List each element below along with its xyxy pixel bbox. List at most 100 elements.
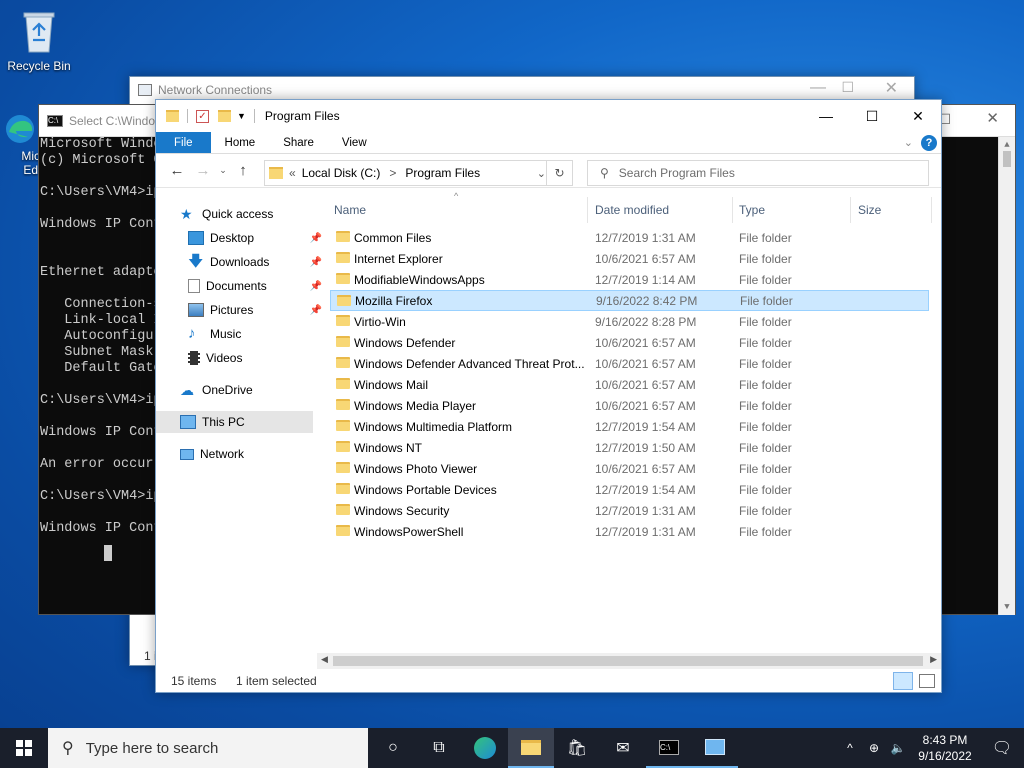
edge-taskbar-icon[interactable]	[462, 728, 508, 768]
column-header-type[interactable]: Type	[735, 197, 851, 223]
qat-dropdown-icon[interactable]: ▼	[237, 111, 246, 121]
file-explorer-window[interactable]: ✓ ▼ Program Files — ☐ ✕ File Home Share …	[155, 99, 942, 693]
file-row[interactable]: Windows Defender 10/6/2021 6:57 AM File fo…	[330, 332, 929, 353]
folder-icon	[336, 336, 350, 347]
cmd-scrollbar[interactable]: ▲ ▼	[998, 137, 1015, 615]
address-dropdown-icon[interactable]: ⌄	[537, 167, 546, 180]
file-type: File folder	[739, 230, 792, 245]
horizontal-scroll-thumb[interactable]	[333, 656, 923, 666]
cmd-scroll-down-icon[interactable]: ▼	[999, 599, 1015, 615]
file-date-modified: 9/16/2022 8:28 PM	[595, 314, 697, 329]
network-minimize-button[interactable]: —	[810, 79, 826, 97]
cmd-close-button[interactable]: ✕	[986, 111, 999, 127]
file-type: File folder	[739, 398, 792, 413]
network-status-icon[interactable]: ⊕	[862, 741, 886, 755]
explorer-maximize-button[interactable]: ☐	[849, 100, 895, 132]
search-input[interactable]: Search Program Files	[619, 166, 735, 180]
tab-home[interactable]: Home	[211, 132, 270, 153]
cmd-taskbar-icon[interactable]: C:\	[646, 728, 692, 768]
help-icon[interactable]: ?	[921, 134, 937, 151]
tab-view[interactable]: View	[328, 132, 381, 153]
file-row[interactable]: Windows Photo Viewer 10/6/2021 6:57 AM Fil…	[330, 458, 929, 479]
folder-icon	[336, 420, 350, 431]
folder-icon	[336, 252, 350, 263]
file-date-modified: 10/6/2021 6:57 AM	[595, 398, 696, 413]
file-row[interactable]: Windows Security 12/7/2019 1:31 AM File fo…	[330, 500, 929, 521]
folder-icon	[336, 504, 350, 515]
file-explorer-taskbar-icon[interactable]	[508, 728, 554, 768]
recycle-bin-desktop-icon[interactable]: Recycle Bin	[3, 8, 75, 73]
file-row[interactable]: Windows Multimedia Platform 12/7/2019 1:5…	[330, 416, 929, 437]
horizontal-scrollbar[interactable]: ◀ ▶	[317, 653, 941, 669]
cmd-scroll-up-icon[interactable]: ▲	[999, 137, 1015, 151]
network-close-button[interactable]: ✕	[885, 78, 898, 98]
volume-muted-icon[interactable]: 🔈	[886, 741, 910, 755]
column-header-name[interactable]: Name	[330, 197, 588, 223]
store-icon[interactable]: 🛍	[554, 728, 600, 768]
show-hidden-icons-icon[interactable]: ^	[838, 741, 862, 755]
folder-icon	[336, 273, 350, 284]
cortana-icon[interactable]: ○	[370, 728, 416, 768]
breadcrumb-local-disk[interactable]: Local Disk (C:)	[302, 166, 381, 180]
address-bar[interactable]: « Local Disk (C:) > Program Files ⌄ ↻	[264, 160, 573, 186]
folder-icon	[336, 399, 350, 410]
file-row[interactable]: Windows NT 12/7/2019 1:50 AM File folder	[330, 437, 929, 458]
task-view-icon[interactable]: ⧉	[416, 728, 462, 768]
scroll-right-icon[interactable]: ▶	[930, 654, 937, 665]
explorer-title-bar[interactable]: ✓ ▼ Program Files — ☐ ✕	[156, 100, 941, 132]
new-folder-icon[interactable]	[218, 110, 231, 122]
explorer-minimize-button[interactable]: —	[803, 100, 849, 132]
column-header-size[interactable]: Size	[854, 197, 932, 223]
explorer-close-button[interactable]: ✕	[895, 100, 941, 132]
large-icons-view-icon[interactable]	[919, 674, 935, 688]
file-row[interactable]: Windows Defender Advanced Threat Prot...…	[330, 353, 929, 374]
recent-locations-icon[interactable]: ⌄	[216, 165, 230, 176]
network-window-title: Network Connections	[158, 83, 273, 97]
ribbon-expand-icon[interactable]: ⌄	[904, 136, 913, 149]
explorer-window-title: Program Files	[264, 109, 340, 123]
details-view-icon[interactable]	[893, 672, 913, 690]
search-box[interactable]: ⚲ Search Program Files	[587, 160, 929, 186]
back-arrow-icon[interactable]: ←	[164, 162, 190, 179]
column-header-date[interactable]: Date modified	[591, 197, 733, 223]
file-row[interactable]: WindowsPowerShell 12/7/2019 1:31 AM File f…	[330, 521, 929, 542]
taskbar-search-input[interactable]: Type here to search	[86, 740, 219, 757]
file-type: File folder	[739, 461, 792, 476]
clock[interactable]: 8:43 PM 9/16/2022	[910, 732, 980, 764]
cmd-icon: C:\	[47, 114, 63, 127]
file-name: Mozilla Firefox	[355, 293, 433, 308]
tab-file[interactable]: File	[156, 132, 211, 153]
forward-arrow-icon[interactable]: →	[190, 162, 216, 179]
cmd-scroll-thumb[interactable]	[1003, 151, 1011, 167]
mail-icon[interactable]: ✉	[600, 728, 646, 768]
file-name: ModifiableWindowsApps	[354, 272, 485, 287]
clock-date: 9/16/2022	[918, 749, 972, 763]
file-type: File folder	[739, 272, 792, 287]
properties-check-icon[interactable]: ✓	[196, 109, 209, 123]
folder-icon	[336, 378, 350, 389]
taskbar-search-box[interactable]: ⚲ Type here to search	[48, 728, 368, 768]
file-row[interactable]: Windows Portable Devices 12/7/2019 1:54 A…	[330, 479, 929, 500]
start-button[interactable]	[0, 728, 48, 768]
network-maximize-button[interactable]: ☐	[841, 79, 854, 96]
recycle-bin-icon	[23, 12, 55, 53]
network-connections-taskbar-icon[interactable]	[692, 728, 738, 768]
file-name: Virtio-Win	[354, 314, 406, 329]
file-row[interactable]: Internet Explorer 10/6/2021 6:57 AM File f…	[330, 248, 929, 269]
notifications-icon[interactable]: 🗨	[980, 738, 1024, 758]
up-arrow-icon[interactable]: ↑	[230, 162, 256, 179]
file-row[interactable]: Virtio-Win 9/16/2022 8:28 PM File folder	[330, 311, 929, 332]
breadcrumb-program-files[interactable]: Program Files	[405, 166, 480, 180]
file-row[interactable]: Windows Mail 10/6/2021 6:57 AM File folder	[330, 374, 929, 395]
address-overflow[interactable]: «	[289, 166, 296, 180]
tab-share[interactable]: Share	[269, 132, 328, 153]
refresh-icon[interactable]: ↻	[546, 161, 572, 185]
scroll-left-icon[interactable]: ◀	[321, 654, 328, 665]
file-row[interactable]: Common Files 12/7/2019 1:31 AM File folder	[330, 227, 929, 248]
file-row[interactable]: Mozilla Firefox 9/16/2022 8:42 PM File fol…	[330, 290, 929, 311]
file-row[interactable]: ModifiableWindowsApps 12/7/2019 1:14 AM Fi…	[330, 269, 929, 290]
file-row[interactable]: Windows Media Player 10/6/2021 6:57 AM Fil…	[330, 395, 929, 416]
file-name: Windows NT	[354, 440, 423, 455]
file-date-modified: 10/6/2021 6:57 AM	[595, 377, 696, 392]
folder-icon	[336, 483, 350, 494]
